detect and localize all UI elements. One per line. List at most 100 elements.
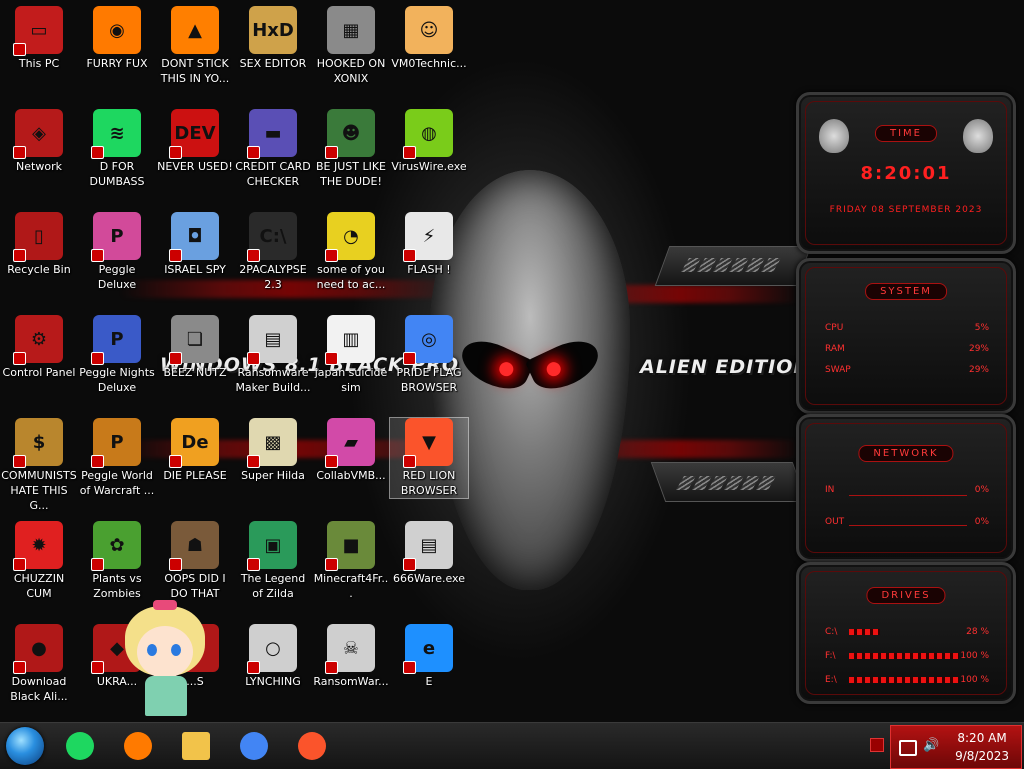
uac-shield-icon: [91, 146, 104, 159]
time-widget: TIME 8:20:01 FRIDAY 08 SEPTEMBER 2023: [796, 92, 1016, 254]
uac-shield-icon: [91, 558, 104, 571]
uac-shield-icon: [169, 455, 182, 468]
desktop-icon[interactable]: ▲ DONT STICK THIS IN YO...: [156, 6, 234, 86]
desktop-icon-label: ISRAEL SPY: [164, 263, 226, 276]
desktop-icon[interactable]: ◘ ISRAEL SPY: [156, 212, 234, 277]
desktop-icon[interactable]: ☺ VM0Technic...: [390, 6, 468, 71]
desktop-icon[interactable]: ○ LYNCHING: [234, 624, 312, 689]
desktop-icon[interactable]: ≋ D FOR DUMBASS: [78, 109, 156, 189]
file-explorer-taskbar-button[interactable]: [178, 728, 214, 764]
firefox-taskbar-button[interactable]: [120, 728, 156, 764]
desktop-icon[interactable]: ◈ Network: [0, 109, 78, 174]
portrait-icon: ☗: [169, 521, 219, 571]
spotify-taskbar-button[interactable]: [62, 728, 98, 764]
brave-taskbar-button[interactable]: [294, 728, 330, 764]
network-row-name: IN: [825, 485, 835, 495]
uac-shield-icon: [91, 661, 104, 674]
desktop-icon-label: VirusWire.exe: [391, 160, 467, 173]
desktop-icon[interactable]: ● Download Black Ali...: [0, 624, 78, 704]
network-row: IN 0%: [825, 485, 989, 495]
network-drive-icon: ◘: [169, 212, 219, 262]
desktop-icon-label: BEEZ NUTZ: [163, 366, 227, 379]
desktop-icon-label: 666Ware.exe: [393, 572, 465, 585]
desktop-icon[interactable]: ▼ RED LION BROWSER: [389, 417, 469, 499]
desktop-icon[interactable]: ▩ Super Hilda: [234, 418, 312, 483]
desktop-icon[interactable]: ◍ VirusWire.exe: [390, 109, 468, 174]
taskbar-clock[interactable]: 8:20 AM 9/8/2023: [955, 729, 1009, 765]
spotify-icon: [66, 732, 94, 760]
desktop-icon[interactable]: ◎ PRIDE FLAG BROWSER: [390, 315, 468, 395]
desktop-icon[interactable]: P Peggle Nights Deluxe: [78, 315, 156, 395]
desktop-icon[interactable]: DEV NEVER USED!: [156, 109, 234, 174]
taskbar-clock-time: 8:20 AM: [957, 731, 1007, 745]
drives-row-name: E:\: [825, 675, 837, 685]
desktop-icon-label: FURRY FUX: [86, 57, 148, 70]
uac-shield-icon: [13, 455, 26, 468]
uac-shield-icon: [91, 455, 104, 468]
desktop-icon[interactable]: ◔ some of you need to ac...: [312, 212, 390, 292]
desktop-icon[interactable]: ▤ Ransomware Maker Build...: [234, 315, 312, 395]
desktop-icon[interactable]: ▬ CREDIT CARD CHECKER: [234, 109, 312, 189]
credit-card-icon: ▬: [247, 109, 297, 159]
desktop-icon-label: This PC: [18, 57, 60, 70]
noose-icon: ○: [247, 624, 297, 674]
spotify-icon: ≋: [91, 109, 141, 159]
start-button[interactable]: [6, 727, 44, 765]
wallpaper-slots: [675, 476, 777, 490]
desktop-icon[interactable]: ⚙ Control Panel: [0, 315, 78, 380]
desktop-icon[interactable]: ✿ Plants vs Zombies: [78, 521, 156, 601]
network-tray-icon[interactable]: [899, 740, 917, 756]
chrome-taskbar-button[interactable]: [236, 728, 272, 764]
cartoon-sticker-image: [115, 598, 215, 720]
desktop-icon-label: japan suicide sim: [314, 366, 388, 394]
tray-overflow-arrow-icon[interactable]: [870, 738, 884, 752]
desktop-icon[interactable]: ▣ The Legend of Zilda: [234, 521, 312, 601]
desktop-icon[interactable]: P Peggle World of Warcraft ...: [78, 418, 156, 498]
desktop-icon[interactable]: ⚡ FLASH !: [390, 212, 468, 277]
desktop-icon[interactable]: HxD SEX EDITOR: [234, 6, 312, 71]
time-widget-clock: 8:20:01: [860, 163, 952, 184]
desktop-icon[interactable]: ☻ BE JUST LIKE THE DUDE!: [312, 109, 390, 189]
wallpaper-slots: [680, 258, 782, 272]
desktop-icon[interactable]: ▭ This PC: [0, 6, 78, 71]
desktop-icon[interactable]: ▰ CollabVMB...: [312, 418, 390, 483]
desktop-icon-label: RED LION BROWSER: [400, 469, 458, 497]
desktop-icon[interactable]: ☠ RansomWar...: [312, 624, 390, 689]
doctor-icon: ☺: [405, 6, 453, 54]
volume-tray-icon[interactable]: 🔊: [923, 738, 939, 753]
desktop-icon[interactable]: P Peggle Deluxe: [78, 212, 156, 292]
vlc-cone-icon: ▲: [171, 6, 219, 54]
uac-shield-icon: [13, 352, 26, 365]
system-widget-title: SYSTEM: [865, 283, 947, 300]
taskbar: 🔊 8:20 AM 9/8/2023: [0, 722, 1024, 769]
drives-row-name: C:\: [825, 627, 838, 637]
desktop-icon[interactable]: $ COMMUNISTS HATE THIS G...: [0, 418, 78, 513]
desktop-icon[interactable]: ◉ FURRY FUX: [78, 6, 156, 71]
uac-shield-icon: [13, 661, 26, 674]
network-widget-title: NETWORK: [858, 445, 954, 462]
desktop-icon[interactable]: ❏ BEEZ NUTZ: [156, 315, 234, 380]
desktop-icon[interactable]: ▯ Recycle Bin: [0, 212, 78, 277]
uac-shield-icon: [247, 352, 260, 365]
uac-shield-icon: [169, 558, 182, 571]
uac-shield-icon: [169, 352, 182, 365]
drive-usage-bar: [849, 629, 880, 635]
peggle-icon: P: [91, 418, 141, 468]
desktop-icon[interactable]: ☗ OOPS DID I DO THAT: [156, 521, 234, 601]
system-row: CPU 5%: [825, 323, 989, 333]
desktop-icon[interactable]: De DIE PLEASE: [156, 418, 234, 483]
taskbar-clock-date: 9/8/2023: [955, 749, 1009, 763]
desktop-icon[interactable]: C:\ 2PACALYPSE 2.3: [234, 212, 312, 292]
chuzzle-icon: ✹: [13, 521, 63, 571]
brave-icon: [298, 732, 326, 760]
firefox-icon: ◉: [93, 6, 141, 54]
desktop-icon[interactable]: ▦ HOOKED ON XONIX: [312, 6, 390, 86]
desktop-icon-label: Plants vs Zombies: [92, 572, 142, 600]
desktop-icon[interactable]: ▤ 666Ware.exe: [390, 521, 468, 586]
desktop-icon[interactable]: eE: [390, 624, 468, 689]
system-tray: 🔊 8:20 AM 9/8/2023: [890, 725, 1022, 769]
desktop-icon[interactable]: ■ Minecraft4Fr...: [312, 521, 390, 601]
desktop-icon[interactable]: ▥ japan suicide sim: [312, 315, 390, 395]
devcpp-icon: DEV: [169, 109, 219, 159]
desktop-icon[interactable]: ✹ CHUZZIN CUM: [0, 521, 78, 601]
